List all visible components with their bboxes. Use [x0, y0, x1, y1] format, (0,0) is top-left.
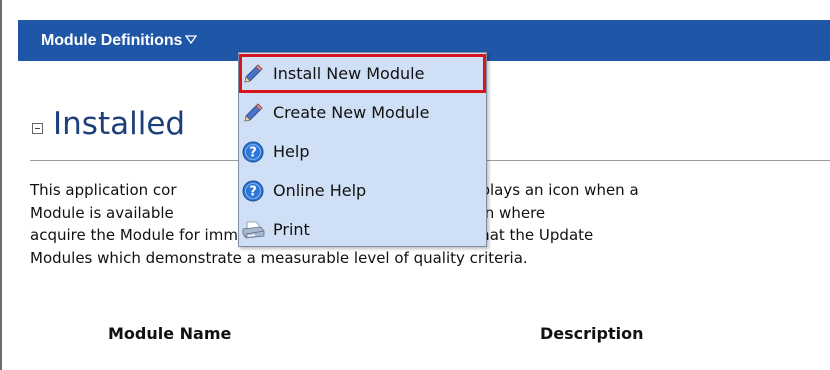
menu-item-help[interactable]: ? Help: [239, 132, 486, 171]
svg-text:?: ?: [249, 145, 257, 160]
column-header-description[interactable]: Description: [540, 324, 643, 343]
svg-text:?: ?: [249, 184, 257, 199]
menu-item-create-new-module[interactable]: Create New Module: [239, 93, 486, 132]
column-header-module-name[interactable]: Module Name: [108, 324, 231, 343]
module-definitions-dropdown: Install New Module Create New Module ? H…: [238, 52, 487, 247]
menu-item-label: Install New Module: [273, 64, 425, 83]
menu-item-label: Online Help: [273, 181, 367, 200]
section-title: Installed: [53, 106, 186, 142]
menu-item-label: Help: [273, 142, 310, 161]
menu-item-print[interactable]: Print: [239, 210, 486, 249]
menu-item-online-help[interactable]: ? Online Help: [239, 171, 486, 210]
menu-item-install-new-module[interactable]: Install New Module: [239, 54, 486, 93]
help-icon: ?: [241, 140, 265, 164]
description-line-1a: This application cor: [30, 181, 177, 199]
description-line-2a: Module is available: [30, 203, 174, 222]
pencil-icon: [241, 62, 265, 86]
collapse-minus-icon[interactable]: [32, 122, 43, 134]
help-icon: ?: [241, 179, 265, 203]
menu-item-label: Create New Module: [273, 103, 430, 122]
pencil-icon: [241, 101, 265, 125]
section-heading: Installed: [32, 106, 185, 142]
left-border: [0, 0, 2, 370]
module-definitions-menu-trigger[interactable]: Module Definitions: [41, 31, 198, 50]
printer-icon: [241, 218, 265, 242]
menu-item-label: Print: [273, 220, 310, 239]
description-line: Modules which demonstrate a measurable l…: [30, 248, 528, 267]
module-definitions-label: Module Definitions: [41, 32, 183, 49]
triangle-down-icon: [185, 31, 198, 49]
